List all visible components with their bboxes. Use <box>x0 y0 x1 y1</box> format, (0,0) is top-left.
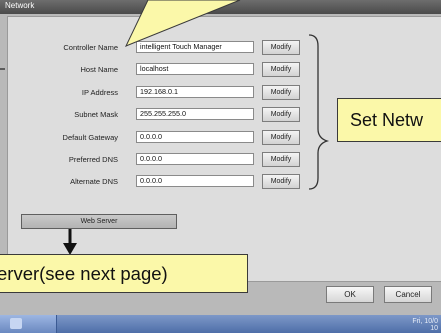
set-network-callout: Set Netw <box>337 98 441 142</box>
web-server-callout: erver(see next page) <box>0 254 248 293</box>
field-group-brace <box>308 34 330 190</box>
pointer-callout <box>124 0 241 47</box>
